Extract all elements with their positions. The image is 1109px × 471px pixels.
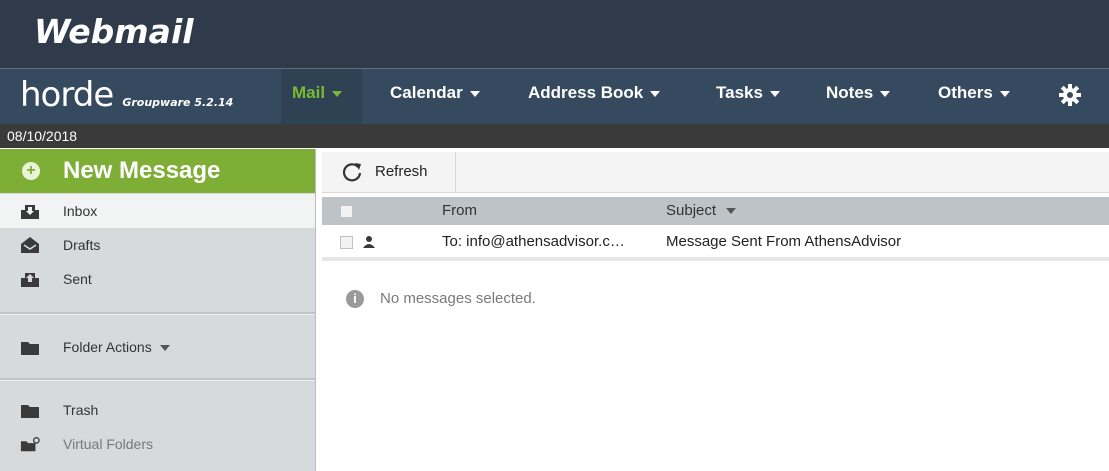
sidebar-item-virtual-folders[interactable]: Virtual Folders	[0, 427, 315, 461]
top-banner: Webmail	[0, 0, 1109, 68]
refresh-icon	[342, 163, 362, 182]
menu-mail[interactable]: Mail	[281, 69, 362, 124]
webmail-brand: Webmail	[34, 12, 194, 51]
sidebar-item-drafts[interactable]: Drafts	[0, 228, 315, 262]
sidebar-item-label: Inbox	[63, 203, 98, 219]
sidebar-item-sent[interactable]: Sent	[0, 262, 315, 296]
menu-notes-label: Notes	[826, 83, 874, 102]
row-from: To: info@athensadvisor.c…	[442, 233, 625, 250]
chevron-down-icon	[769, 90, 780, 97]
mail-toolbar: Refresh	[322, 152, 1109, 193]
menu-others-label: Others	[938, 83, 993, 102]
chevron-down-icon	[332, 90, 343, 97]
column-header-subject-label: Subject	[666, 202, 717, 219]
column-header-subject[interactable]: Subject	[666, 197, 737, 225]
horde-logo[interactable]: horde Groupware 5.2.14	[20, 75, 233, 115]
chevron-down-icon	[999, 90, 1010, 97]
menu-tasks-label: Tasks	[716, 83, 763, 102]
menu-others[interactable]: Others	[938, 69, 1010, 124]
main-menu-bar: horde Groupware 5.2.14 Mail Calendar Add…	[0, 68, 1109, 124]
chevron-down-icon	[159, 345, 170, 352]
person-icon	[363, 236, 375, 248]
sidebar-divider	[0, 312, 315, 315]
sidebar-item-label: Trash	[63, 402, 99, 418]
chevron-down-icon	[469, 90, 480, 97]
horde-logo-main: horde	[20, 75, 114, 115]
sidebar-item-trash[interactable]: Trash	[0, 393, 315, 427]
row-subject: Message Sent From AthensAdvisor	[666, 233, 902, 250]
menu-address-book-label: Address Book	[528, 83, 644, 102]
chevron-down-icon	[650, 90, 661, 97]
folder-icon	[21, 405, 39, 418]
sort-down-icon	[726, 208, 737, 215]
folder-actions-label: Folder Actions	[63, 339, 152, 355]
refresh-label: Refresh	[375, 163, 428, 180]
sidebar-item-inbox[interactable]: Inbox	[0, 194, 315, 228]
virtual-folder-icon	[20, 436, 40, 452]
folder-actions-menu[interactable]: Folder Actions	[0, 330, 315, 364]
sidebar-divider	[0, 378, 315, 381]
menu-mail-label: Mail	[292, 83, 326, 102]
new-message-label: New Message	[63, 157, 221, 184]
horde-logo-version: Groupware 5.2.14	[122, 96, 234, 109]
menu-notes[interactable]: Notes	[826, 69, 891, 124]
sidebar-item-label: Drafts	[63, 237, 101, 253]
menu-address-book[interactable]: Address Book	[528, 69, 661, 124]
date-bar: 08/10/2018	[0, 124, 1109, 148]
sent-icon	[21, 273, 39, 287]
new-message-button[interactable]: + New Message	[0, 149, 315, 193]
info-icon: i	[346, 290, 364, 308]
select-all-checkbox[interactable]	[340, 205, 353, 218]
inbox-icon	[21, 205, 39, 219]
column-header-from[interactable]: From	[442, 197, 477, 225]
refresh-button[interactable]: Refresh	[322, 152, 456, 192]
menu-tasks[interactable]: Tasks	[716, 69, 780, 124]
message-list-header: From Subject	[322, 197, 1109, 225]
table-row[interactable]: To: info@athensadvisor.c… Message Sent F…	[322, 227, 1109, 261]
plus-icon: +	[22, 162, 40, 180]
gear-icon[interactable]	[1058, 83, 1082, 107]
no-messages-text: No messages selected.	[380, 290, 536, 307]
chevron-down-icon	[880, 90, 891, 97]
folder-icon	[21, 342, 39, 355]
sidebar-item-label: Sent	[63, 271, 92, 287]
sidebar-item-label: Virtual Folders	[63, 436, 154, 452]
menu-calendar-label: Calendar	[390, 83, 463, 102]
menu-calendar[interactable]: Calendar	[390, 69, 480, 124]
drafts-icon	[21, 237, 39, 253]
row-checkbox[interactable]	[340, 236, 353, 249]
